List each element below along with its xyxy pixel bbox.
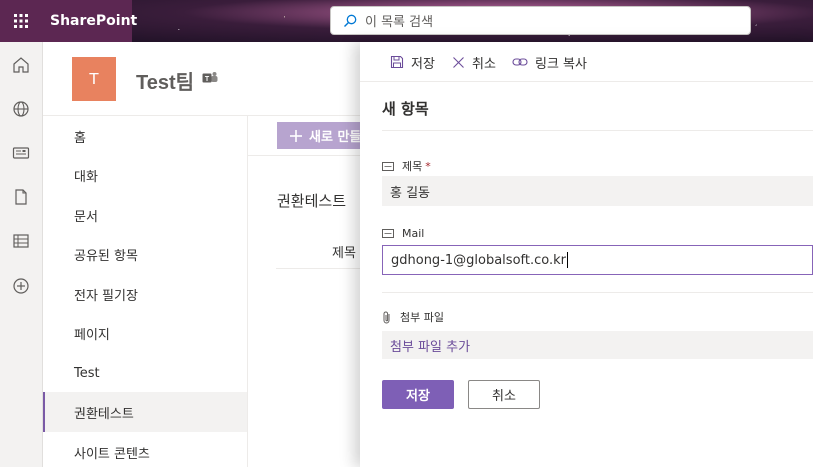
text-caret (566, 252, 568, 268)
globe-icon[interactable] (11, 99, 31, 119)
toolbar-save-label: 저장 (411, 56, 435, 72)
list-icon[interactable] (11, 231, 31, 251)
attachments-divider (382, 292, 813, 293)
news-icon[interactable] (11, 143, 31, 163)
save-icon (390, 55, 404, 69)
title-field[interactable]: 홍 길동 (382, 176, 813, 206)
search-icon (344, 14, 357, 27)
mail-input[interactable]: gdhong-1@globalsoft.co.kr (382, 245, 813, 275)
nav-item-home[interactable]: 홈 (43, 116, 247, 156)
list-title: 권환테스트 (277, 192, 347, 210)
svg-text:T: T (205, 76, 210, 83)
panel-title: 새 항목 (382, 100, 429, 118)
nav-item-conversations[interactable]: 대화 (43, 155, 247, 195)
copy-link-label: 링크 복사 (535, 56, 587, 72)
new-item-button[interactable]: 새로 만들 (277, 122, 367, 149)
add-attachment-link[interactable]: 첨부 파일 추가 (382, 331, 813, 359)
title-label-text: 제목 (402, 160, 423, 173)
paperclip-icon (383, 311, 390, 323)
nav-item-permission-test[interactable]: 권환테스트 (43, 392, 247, 432)
teams-icon[interactable]: T (202, 71, 218, 89)
add-plus-icon (290, 129, 302, 142)
copy-link-button[interactable]: 링크 복사 (512, 53, 587, 72)
save-button[interactable]: 저장 (382, 380, 454, 409)
cancel-button[interactable]: 취소 (468, 380, 540, 409)
site-title[interactable]: Test팀 (136, 66, 194, 95)
left-navigation: 홈 대화 문서 공유된 항목 전자 필기장 페이지 Test 권환테스트 사이트… (43, 116, 247, 467)
panel-title-divider (382, 130, 813, 131)
toolbar-cancel-button[interactable]: 취소 (452, 53, 496, 72)
app-name[interactable]: SharePoint (42, 0, 137, 42)
column-header-divider (276, 268, 360, 269)
home-icon[interactable] (11, 55, 31, 75)
site-logo[interactable]: T (72, 57, 116, 101)
nav-item-site-contents[interactable]: 사이트 콘텐츠 (43, 432, 247, 467)
text-field-icon (382, 229, 394, 238)
app-bar (0, 42, 43, 467)
link-icon (512, 58, 528, 66)
nav-item-notebook[interactable]: 전자 필기장 (43, 274, 247, 314)
attachments-label-text: 첨부 파일 (400, 311, 444, 324)
text-field-icon (382, 161, 394, 171)
mail-field-label: Mail (382, 227, 424, 240)
nav-item-pages[interactable]: 페이지 (43, 313, 247, 353)
close-icon (453, 56, 464, 68)
mail-input-value: gdhong-1@globalsoft.co.kr (391, 252, 566, 268)
app-launcher-button[interactable] (0, 0, 42, 42)
waffle-icon (14, 14, 28, 28)
search-box[interactable]: 이 목록 검색 (330, 6, 751, 35)
file-icon[interactable] (11, 187, 31, 207)
mail-label-text: Mail (402, 227, 425, 240)
attachments-label: 첨부 파일 (382, 309, 444, 325)
column-header-title[interactable]: 제목 (332, 242, 356, 261)
title-field-label: 제목 * (382, 158, 431, 174)
panel-toolbar: 저장 취소 링크 복사 (360, 42, 813, 82)
nav-item-test[interactable]: Test (43, 353, 247, 393)
add-icon[interactable] (11, 276, 31, 296)
command-bar-divider (248, 155, 360, 156)
toolbar-save-button[interactable]: 저장 (390, 53, 435, 72)
nav-item-shared[interactable]: 공유된 항목 (43, 234, 247, 274)
nav-divider (247, 116, 248, 467)
new-item-panel: 저장 취소 링크 복사 새 항목 제목 * 홍 길동 Mail gdhong-1… (360, 42, 813, 467)
search-input[interactable]: 이 목록 검색 (365, 11, 433, 30)
new-item-label: 새로 만들 (309, 130, 362, 145)
toolbar-cancel-label: 취소 (472, 56, 496, 72)
required-marker: * (425, 159, 431, 173)
nav-item-documents[interactable]: 문서 (43, 195, 247, 235)
